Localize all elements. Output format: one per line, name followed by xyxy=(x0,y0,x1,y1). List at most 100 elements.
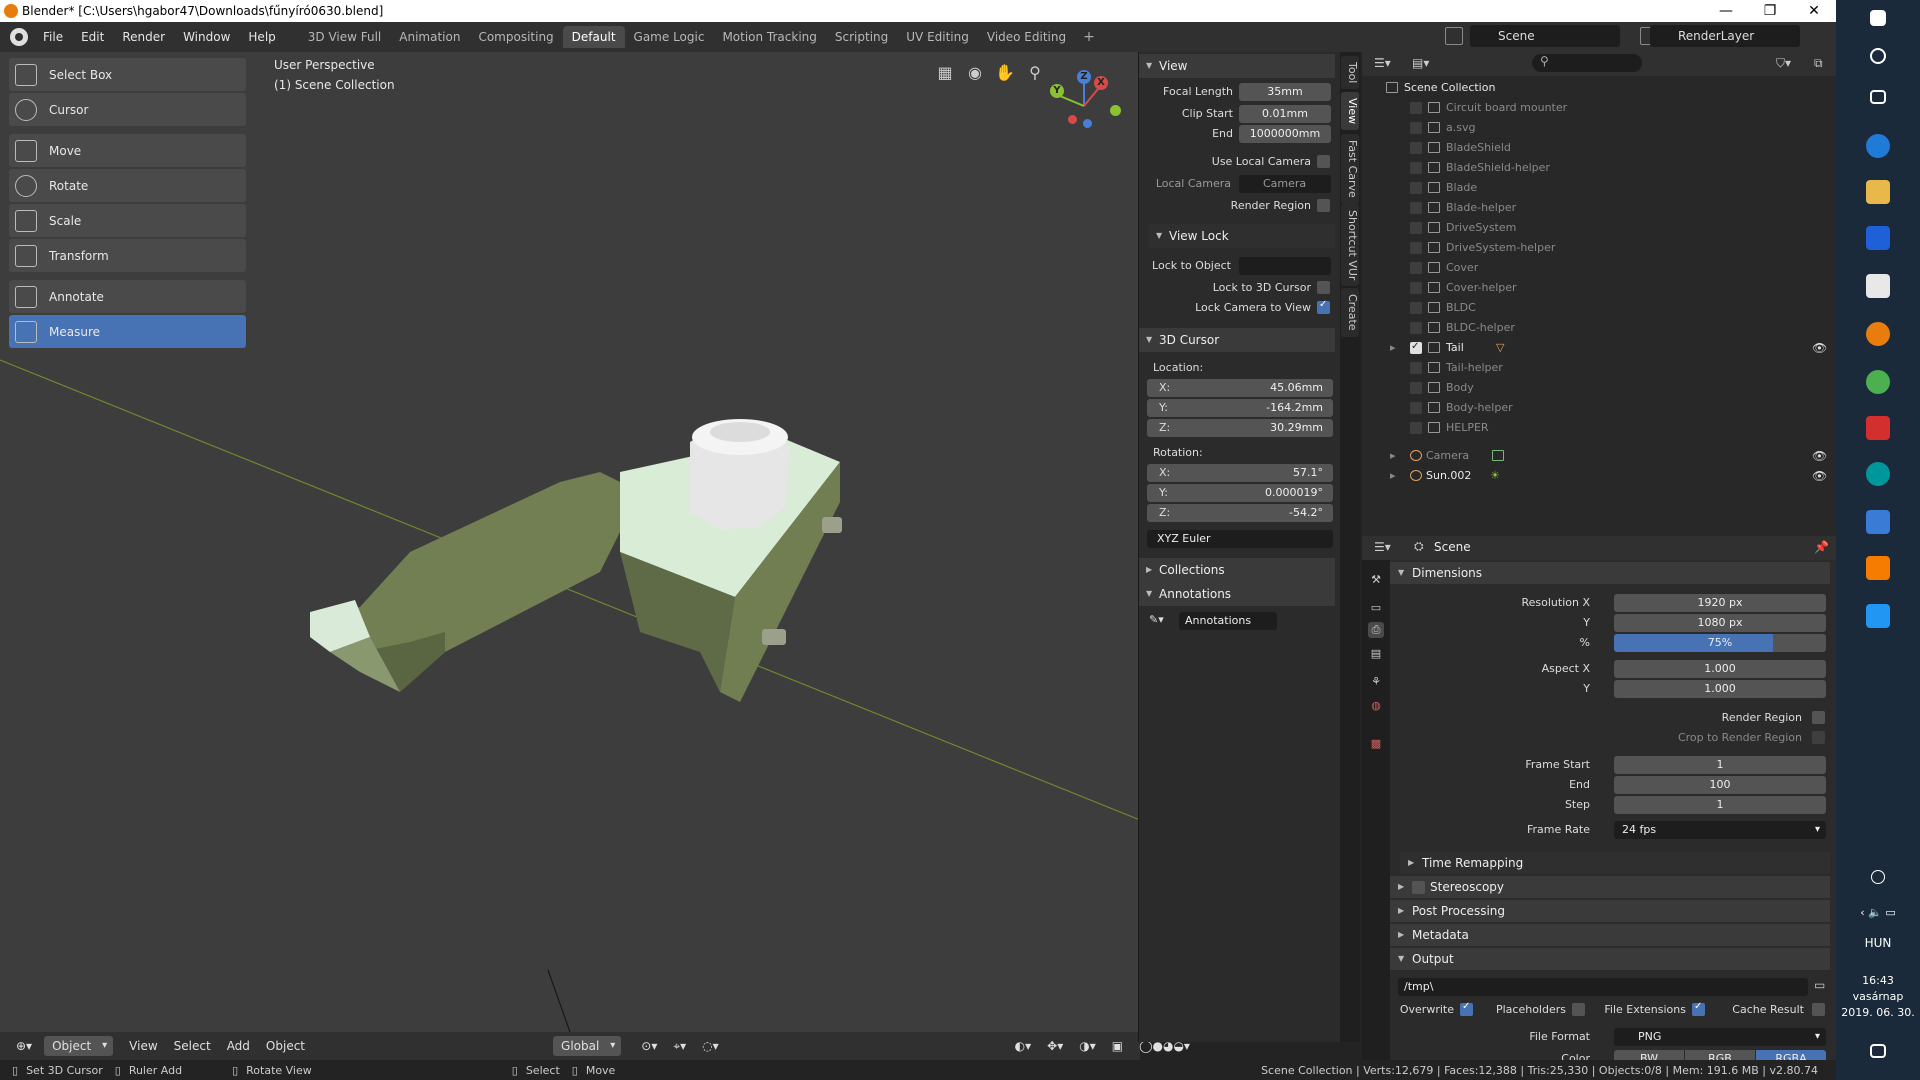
notifications-icon[interactable] xyxy=(1870,1044,1886,1058)
properties-editor-icon[interactable]: ☰▾ xyxy=(1374,540,1391,554)
gizmo-toggle-icon[interactable]: ✥▾ xyxy=(1039,1032,1071,1060)
input-language[interactable]: HUN xyxy=(1836,936,1920,950)
annotations-layer-field[interactable]: Annotations xyxy=(1179,612,1277,630)
foxit-icon[interactable] xyxy=(1866,416,1890,440)
use-local-camera-checkbox[interactable] xyxy=(1317,155,1330,168)
cursor-rot-x-field[interactable]: 57.1° xyxy=(1147,464,1333,482)
tool-scale[interactable]: Scale xyxy=(9,204,246,237)
tab-motion-tracking[interactable]: Motion Tracking xyxy=(713,26,825,48)
outliner-collection-item[interactable]: Body xyxy=(1362,378,1836,398)
tab-tool[interactable]: Tool xyxy=(1341,56,1359,90)
tab-video-editing[interactable]: Video Editing xyxy=(978,26,1075,48)
view-layer-props-icon[interactable]: ▤ xyxy=(1368,646,1384,662)
file-format-dropdown[interactable]: PNG xyxy=(1614,1028,1826,1046)
resolution-percent-slider[interactable]: 75% xyxy=(1614,634,1826,652)
menu-file[interactable]: File xyxy=(34,22,72,52)
collections-section-header[interactable]: Collections xyxy=(1139,558,1335,582)
gizmo-y[interactable]: Y xyxy=(1050,84,1064,98)
visibility-eye-icon[interactable]: 👁 xyxy=(1812,446,1827,466)
menu-view[interactable]: View xyxy=(121,1032,165,1060)
tab-animation[interactable]: Animation xyxy=(390,26,469,48)
xray-icon[interactable]: ▣ xyxy=(1104,1032,1131,1060)
object-data-icon[interactable]: ▽ xyxy=(1496,338,1504,358)
texture-props-icon[interactable]: ▩ xyxy=(1368,736,1384,752)
collection-exclude-checkbox[interactable] xyxy=(1410,122,1422,134)
collection-exclude-checkbox[interactable] xyxy=(1410,142,1422,154)
outliner-collection-item[interactable]: Blade-helper xyxy=(1362,198,1836,218)
tab-view[interactable]: View xyxy=(1341,92,1359,131)
outliner-collection-item[interactable]: BladeShield xyxy=(1362,138,1836,158)
view-section-header[interactable]: View xyxy=(1139,54,1335,78)
render-layer-selector[interactable]: RenderLayer xyxy=(1650,25,1800,47)
outliner-collection-item[interactable]: a.svg xyxy=(1362,118,1836,138)
collection-exclude-checkbox[interactable] xyxy=(1410,402,1422,414)
tool-measure[interactable]: Measure xyxy=(9,315,246,348)
menu-window[interactable]: Window xyxy=(174,22,239,52)
outliner-collection-item[interactable]: Cover xyxy=(1362,258,1836,278)
frame-step-field[interactable]: 1 xyxy=(1614,796,1826,814)
proportional-edit-icon[interactable]: ◌▾ xyxy=(694,1032,727,1060)
collection-exclude-checkbox[interactable] xyxy=(1410,362,1422,374)
tool-annotate[interactable]: Annotate xyxy=(9,280,246,313)
world-props-icon[interactable]: ◍ xyxy=(1368,698,1384,714)
rotation-mode-dropdown[interactable]: XYZ Euler xyxy=(1147,530,1333,548)
collection-exclude-checkbox[interactable] xyxy=(1410,242,1422,254)
3d-app-icon[interactable] xyxy=(1866,274,1890,298)
snap-icon[interactable]: ⌖▾ xyxy=(665,1032,694,1060)
outliner-collection-item[interactable]: BLDC-helper xyxy=(1362,318,1836,338)
tab-uv-editing[interactable]: UV Editing xyxy=(897,26,978,48)
crop-render-region-checkbox[interactable] xyxy=(1812,731,1825,744)
scene-selector[interactable]: Scene xyxy=(1470,25,1620,47)
dimensions-section-header[interactable]: Dimensions xyxy=(1390,562,1830,584)
tab-default[interactable]: Default xyxy=(562,26,625,48)
editor-type-icon[interactable]: ⊕▾ xyxy=(8,1032,40,1060)
windows-start-icon[interactable] xyxy=(1870,10,1886,26)
overlays-icon[interactable]: ◑▾ xyxy=(1071,1032,1104,1060)
tool-move[interactable]: Move xyxy=(9,134,246,167)
menu-help[interactable]: Help xyxy=(239,22,284,52)
camera-view-icon[interactable]: ◉ xyxy=(964,62,986,84)
new-collection-icon[interactable]: ⧉ xyxy=(1814,56,1823,71)
outliner-search-input[interactable]: ⚲ xyxy=(1532,54,1642,72)
clip-start-field[interactable]: 0.01mm xyxy=(1239,105,1331,123)
tab-3d-view-full[interactable]: 3D View Full xyxy=(299,26,391,48)
camera-data-icon[interactable] xyxy=(1492,450,1504,461)
outliner-collection-item[interactable]: Blade xyxy=(1362,178,1836,198)
outliner-collection-item[interactable]: Circuit board mounter xyxy=(1362,98,1836,118)
collection-exclude-checkbox[interactable] xyxy=(1410,337,1422,357)
annotate-brush-icon[interactable]: ✎▾ xyxy=(1149,613,1164,626)
cursor-rot-z-field[interactable]: -54.2° xyxy=(1147,504,1333,522)
search-icon[interactable] xyxy=(1870,48,1886,64)
collection-exclude-checkbox[interactable] xyxy=(1410,282,1422,294)
menu-select[interactable]: Select xyxy=(166,1032,219,1060)
stereoscopy-header[interactable]: Stereoscopy xyxy=(1390,876,1830,898)
tab-shortcut-vur[interactable]: Shortcut VUr xyxy=(1341,204,1359,287)
outliner-collection-item[interactable]: HELPER xyxy=(1362,418,1836,438)
outliner-editor-icon[interactable]: ☰▾ xyxy=(1374,56,1391,70)
outliner-collection-item[interactable]: Tail-helper xyxy=(1362,358,1836,378)
task-view-icon[interactable] xyxy=(1870,90,1886,104)
tool-props-icon[interactable]: ⚒ xyxy=(1368,572,1384,588)
outliner-collection-item[interactable]: BLDC xyxy=(1362,298,1836,318)
people-icon[interactable] xyxy=(1871,870,1885,884)
maximize-button[interactable]: ❐ xyxy=(1748,0,1792,22)
cache-result-checkbox[interactable] xyxy=(1812,1003,1825,1016)
clock-day[interactable]: vasárnap xyxy=(1836,990,1920,1003)
resolution-x-field[interactable]: 1920 px xyxy=(1614,594,1826,612)
annotations-section-header[interactable]: Annotations xyxy=(1139,582,1335,606)
menu-render[interactable]: Render xyxy=(113,22,174,52)
sun-light-icon[interactable]: ☀ xyxy=(1490,466,1500,486)
clip-end-field[interactable]: 1000000mm xyxy=(1239,125,1331,143)
tab-create[interactable]: Create xyxy=(1341,288,1359,337)
zoom-icon[interactable]: ⚲ xyxy=(1024,62,1046,84)
time-remapping-header[interactable]: Time Remapping xyxy=(1400,852,1830,874)
tool-rotate[interactable]: Rotate xyxy=(9,169,246,202)
pin-icon[interactable]: 📌 xyxy=(1814,540,1829,554)
cursor-rot-y-field[interactable]: 0.000019° xyxy=(1147,484,1333,502)
collection-exclude-checkbox[interactable] xyxy=(1410,322,1422,334)
3d-cursor-section-header[interactable]: 3D Cursor xyxy=(1139,328,1335,352)
menu-edit[interactable]: Edit xyxy=(72,22,113,52)
menu-object[interactable]: Object xyxy=(258,1032,313,1060)
tab-scripting[interactable]: Scripting xyxy=(826,26,897,48)
outliner-collection-item[interactable]: Body-helper xyxy=(1362,398,1836,418)
